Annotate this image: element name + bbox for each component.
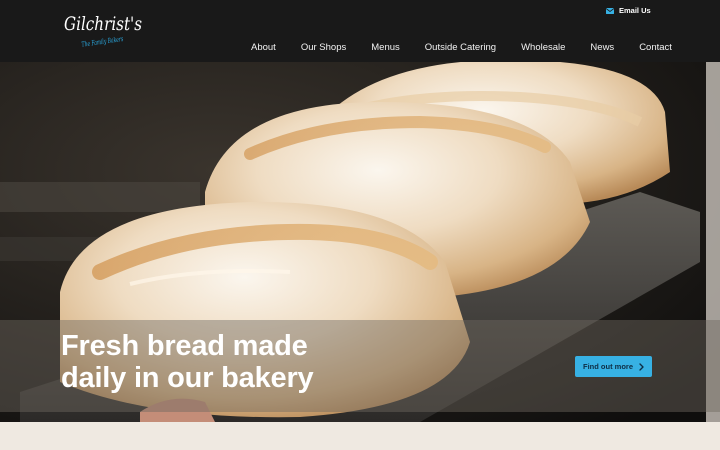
hero-headline: Fresh bread made daily in our bakery bbox=[61, 330, 314, 394]
nav-item-wholesale[interactable]: Wholesale bbox=[521, 42, 565, 53]
email-us-label: Email Us bbox=[619, 6, 651, 15]
nav-item-about[interactable]: About bbox=[251, 42, 276, 53]
hero-headline-line-1: Fresh bread made bbox=[61, 330, 308, 362]
nav-item-outside-catering[interactable]: Outside Catering bbox=[425, 42, 496, 53]
chevron-right-icon bbox=[639, 362, 644, 371]
nav-item-menus[interactable]: Menus bbox=[371, 42, 400, 53]
nav-item-our-shops[interactable]: Our Shops bbox=[301, 42, 346, 53]
hero-banner: Fresh bread made daily in our bakery Fin… bbox=[0, 62, 720, 422]
brand-logo[interactable]: Gilchrist's The Family Bakers bbox=[62, 6, 144, 56]
hero-headline-line-2: daily in our bakery bbox=[61, 362, 314, 394]
content-section-top bbox=[0, 422, 720, 450]
find-out-more-label: Find out more bbox=[583, 362, 633, 371]
logo-wordmark: Gilchrist's bbox=[64, 13, 142, 35]
nav-item-news[interactable]: News bbox=[590, 42, 614, 53]
envelope-icon bbox=[606, 7, 614, 14]
nav-item-contact[interactable]: Contact bbox=[639, 42, 672, 53]
email-us-link[interactable]: Email Us bbox=[606, 6, 651, 15]
main-nav: About Our Shops Menus Outside Catering W… bbox=[251, 42, 672, 53]
find-out-more-button[interactable]: Find out more bbox=[575, 356, 652, 377]
logo-tagline: The Family Bakers bbox=[81, 35, 124, 49]
site-header: Gilchrist's The Family Bakers Email Us A… bbox=[0, 0, 720, 62]
